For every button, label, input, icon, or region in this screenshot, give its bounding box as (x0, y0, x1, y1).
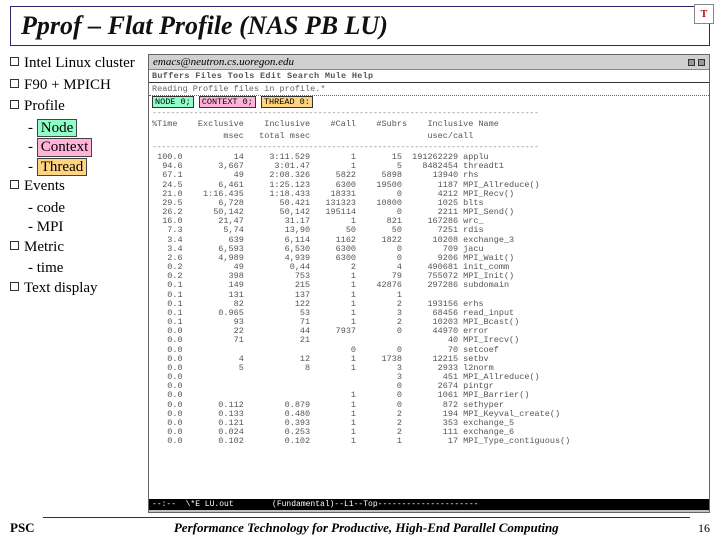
bullet-1: Intel Linux cluster (24, 55, 135, 71)
profile-context: Context (37, 138, 93, 157)
emacs-menubar: Buffers Files Tools Edit Search Mule Hel… (149, 70, 709, 83)
emacs-modeline: --:-- \*E LU.out (Fundamental)--L1--Top-… (149, 499, 709, 510)
profile-thread: Thread (37, 158, 87, 177)
square-icon (698, 59, 705, 66)
slide-footer: PSC Performance Technology for Productiv… (10, 513, 710, 536)
logo-icon: T (694, 4, 714, 24)
emacs-minibuffer (149, 510, 709, 512)
footer-left: PSC (10, 520, 35, 536)
table-header-1: %Time Exclusive Inclusive #Call #Subrs I… (149, 118, 709, 130)
tag-context: CONTEXT 0; (199, 96, 256, 108)
tag-thread: THREAD 0: (261, 96, 313, 108)
tag-node: NODE 0; (152, 96, 194, 108)
table-header-2: msec total msec usec/call (149, 130, 709, 142)
profile-node: Node (37, 119, 78, 138)
dot-icon (688, 59, 695, 66)
bullet-4b: - MPI (28, 218, 140, 238)
divider-2: ----------------------------------------… (149, 142, 709, 152)
slide-number: 16 (698, 521, 710, 536)
bullet-4a: - code (28, 199, 140, 219)
footer-center: Performance Technology for Productive, H… (43, 517, 690, 536)
slide-title-bar: Pprof – Flat Profile (NAS PB LU) (10, 6, 710, 46)
profile-table: 100.0 14 3:11.529 1 15 191262229 applu 9… (149, 152, 709, 499)
bullet-2: F90 + MPICH (24, 77, 111, 93)
slide-title: Pprof – Flat Profile (NAS PB LU) (21, 11, 699, 41)
bullet-3: Profile (24, 98, 65, 114)
bullet-list: Intel Linux cluster F90 + MPICH Profile … (10, 54, 140, 513)
bullet-4: Events (24, 178, 65, 194)
bullet-6: Text display (24, 280, 98, 296)
emacs-status: Reading Profile files in profile.* (149, 83, 709, 96)
emacs-titlebar: emacs@neutron.cs.uoregon.edu (149, 55, 709, 70)
emacs-node-line: NODE 0; CONTEXT 0; THREAD 0: (149, 96, 709, 108)
emacs-title-text: emacs@neutron.cs.uoregon.edu (153, 56, 294, 68)
divider: ----------------------------------------… (149, 108, 709, 118)
emacs-window: emacs@neutron.cs.uoregon.edu Buffers Fil… (148, 54, 710, 513)
bullet-5: Metric (24, 239, 64, 255)
bullet-5a: - time (28, 259, 140, 279)
